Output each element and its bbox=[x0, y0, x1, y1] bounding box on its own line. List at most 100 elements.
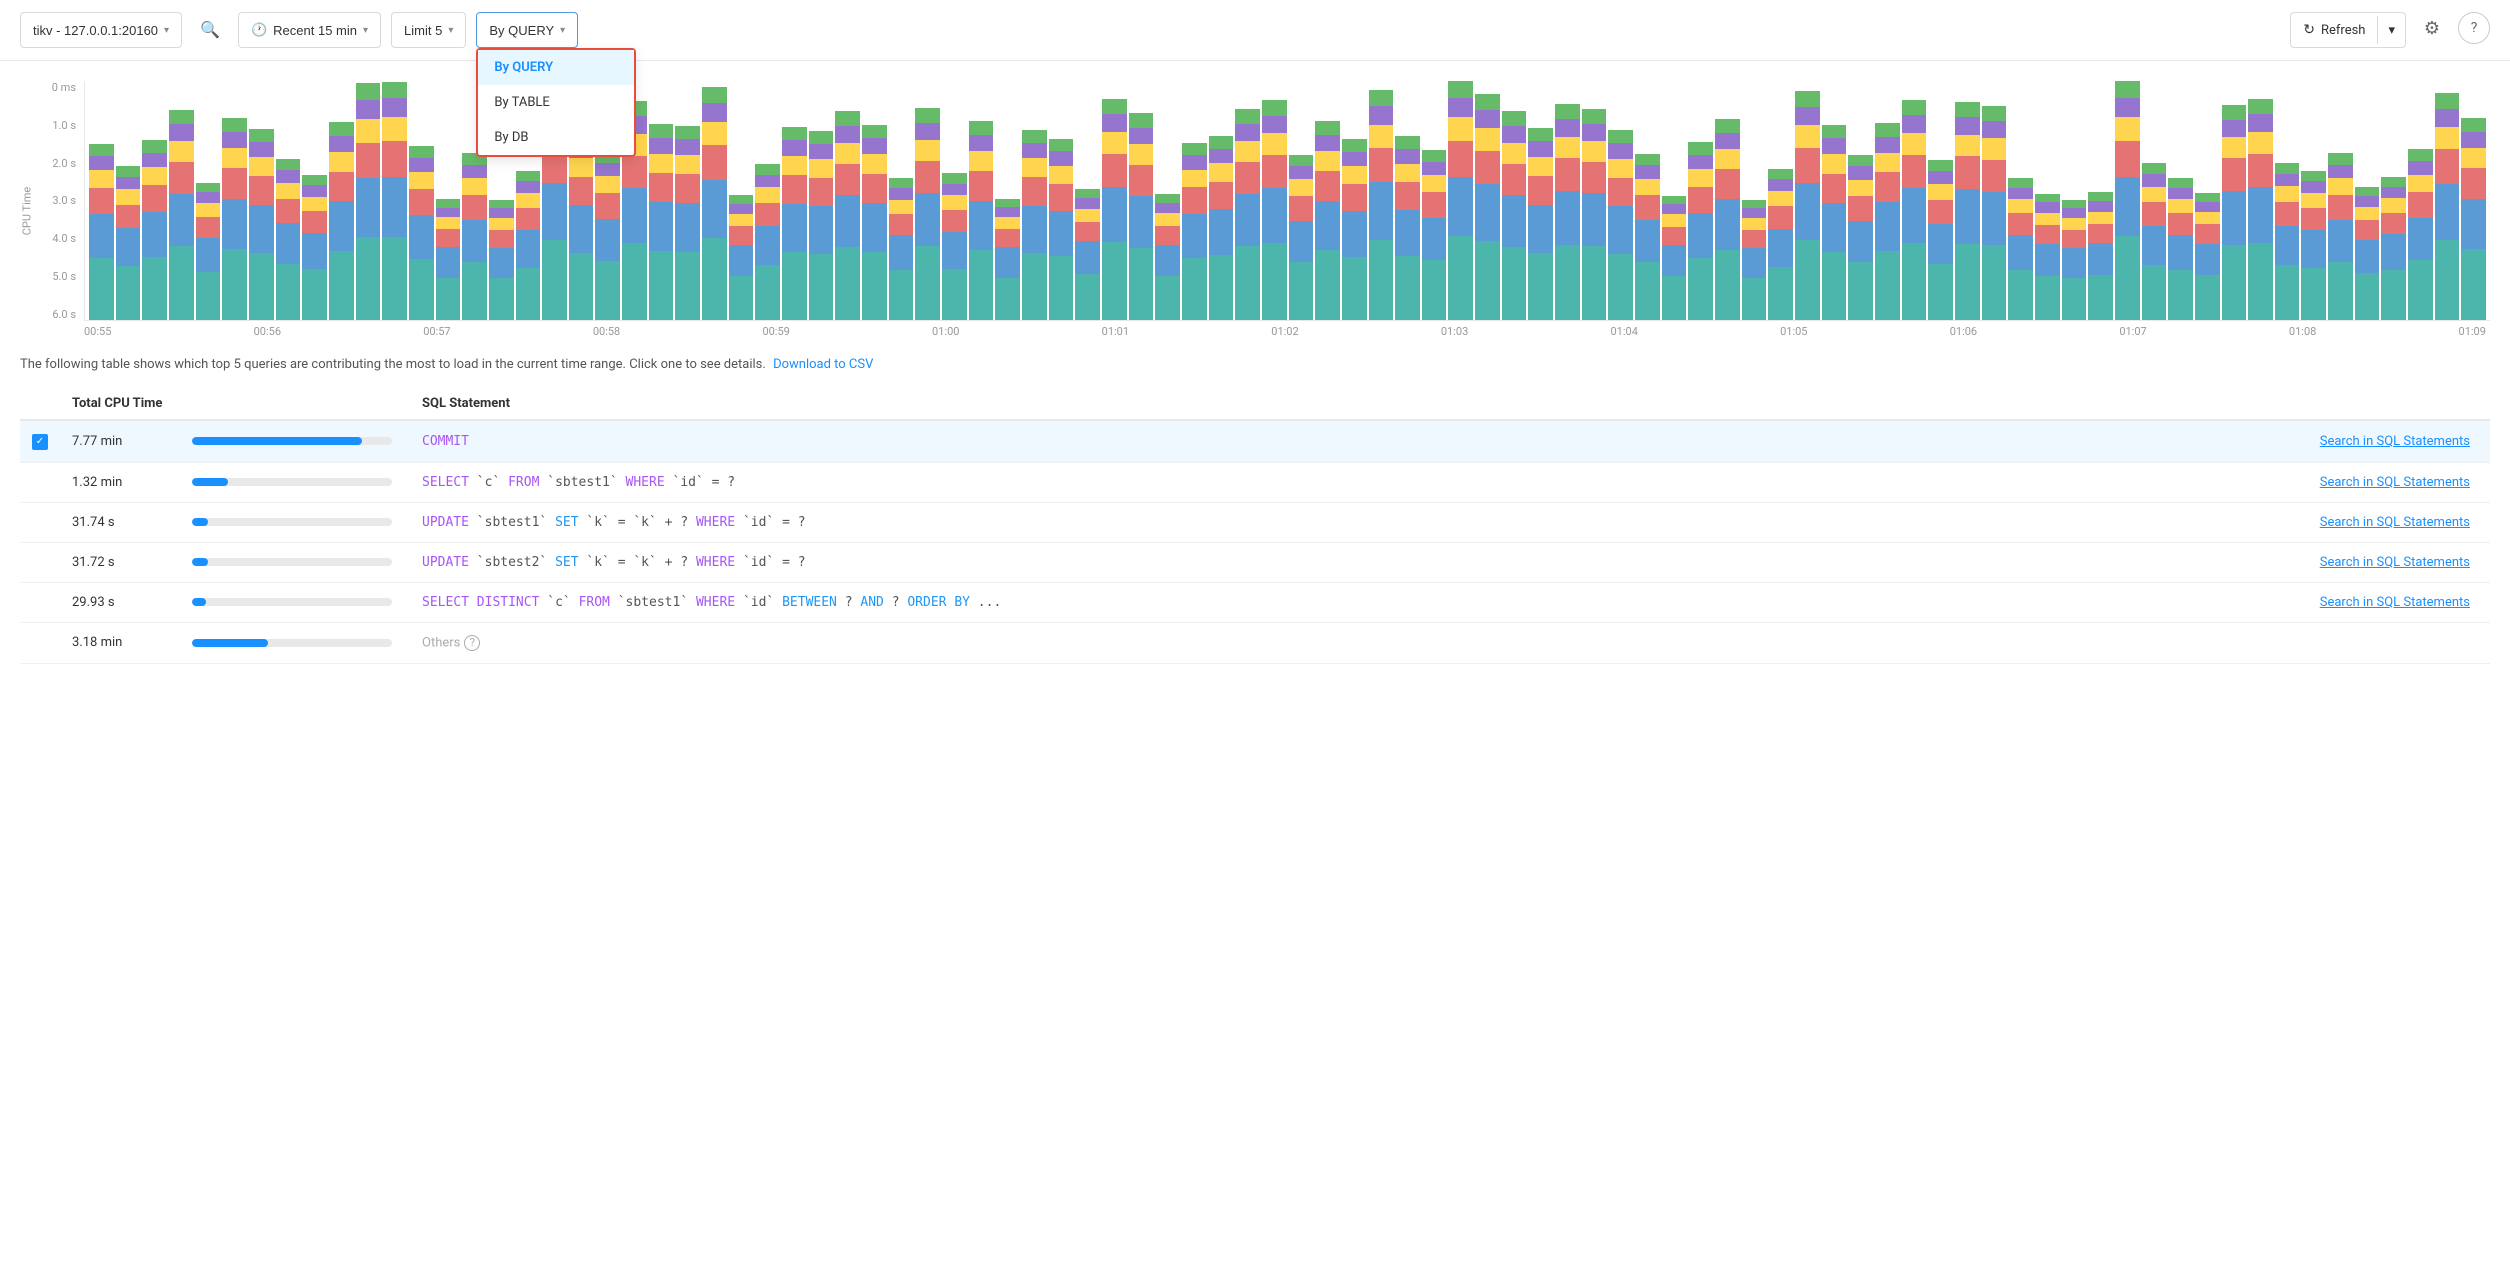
dropdown-item-by-db[interactable]: By DB bbox=[478, 120, 634, 155]
bar-segment bbox=[169, 141, 194, 162]
bar-group bbox=[1982, 81, 2007, 320]
bar-segment bbox=[1528, 253, 1553, 320]
search-sql-link[interactable]: Search in SQL Statements bbox=[2320, 555, 2470, 570]
bar-group bbox=[1955, 81, 1980, 320]
bar-group bbox=[702, 81, 727, 320]
bar-segment bbox=[382, 237, 407, 320]
time-range-label: Recent 15 min bbox=[273, 23, 357, 38]
bar-segment bbox=[2461, 132, 2486, 148]
bar-segment bbox=[809, 144, 834, 159]
search-sql-link[interactable]: Search in SQL Statements bbox=[2320, 434, 2470, 449]
bar-segment bbox=[1155, 203, 1180, 213]
table-row[interactable]: 31.74 sUPDATE `sbtest1` SET `k` = `k` + … bbox=[20, 502, 2490, 542]
dropdown-item-by-table[interactable]: By TABLE bbox=[478, 85, 634, 120]
help-icon[interactable]: ? bbox=[2458, 12, 2490, 44]
settings-icon[interactable]: ⚙ bbox=[2416, 12, 2448, 44]
bar-segment bbox=[1448, 98, 1473, 117]
refresh-main[interactable]: ↻ Refresh bbox=[2291, 16, 2378, 44]
bar-segment bbox=[222, 148, 247, 168]
bar-segment bbox=[2301, 181, 2326, 193]
limit-chevron-icon: ▾ bbox=[448, 25, 453, 36]
bar-segment bbox=[862, 174, 887, 203]
bar-segment bbox=[1448, 81, 1473, 98]
table-row[interactable]: ✓7.77 minCOMMITSearch in SQL Statements bbox=[20, 420, 2490, 462]
limit-label: Limit 5 bbox=[404, 23, 442, 38]
bar-segment bbox=[1715, 199, 1740, 249]
search-sql-link[interactable]: Search in SQL Statements bbox=[2320, 595, 2470, 610]
bar-segment bbox=[862, 154, 887, 174]
bar-segment bbox=[729, 226, 754, 245]
search-sql-link[interactable]: Search in SQL Statements bbox=[2320, 475, 2470, 490]
progress-fill bbox=[192, 437, 362, 445]
bar-segment bbox=[2142, 163, 2167, 174]
bar-segment bbox=[2301, 208, 2326, 230]
bar-group bbox=[1502, 81, 1527, 320]
time-range-selector[interactable]: 🕐 Recent 15 min ▾ bbox=[238, 12, 381, 48]
bar-segment bbox=[1102, 242, 1127, 320]
row-checkbox[interactable]: ✓ bbox=[32, 434, 48, 450]
table-row[interactable]: 29.93 sSELECT DISTINCT `c` FROM `sbtest1… bbox=[20, 582, 2490, 622]
bar-segment bbox=[2168, 188, 2193, 199]
bar-group bbox=[1928, 81, 1953, 320]
bar-segment bbox=[1582, 141, 1607, 162]
bar-segment bbox=[2008, 270, 2033, 320]
bar-group bbox=[2248, 81, 2273, 320]
bar-group bbox=[2461, 81, 2486, 320]
bar-segment bbox=[2381, 234, 2406, 270]
refresh-arrow[interactable]: ▾ bbox=[2378, 17, 2405, 44]
bar-segment bbox=[2195, 244, 2220, 276]
bar-segment bbox=[89, 156, 114, 170]
bar-group bbox=[1635, 81, 1660, 320]
others-help-icon[interactable]: ? bbox=[464, 635, 480, 651]
bar-segment bbox=[755, 175, 780, 187]
bar-segment bbox=[1848, 155, 1873, 167]
bar-segment bbox=[1768, 229, 1793, 267]
bar-segment bbox=[595, 163, 620, 177]
limit-selector[interactable]: Limit 5 ▾ bbox=[391, 12, 466, 48]
bar-segment bbox=[1448, 141, 1473, 177]
sql-cell: UPDATE `sbtest2` SET `k` = `k` + ? WHERE… bbox=[410, 542, 2007, 582]
bar-segment bbox=[1688, 213, 1713, 257]
instance-selector[interactable]: tikv - 127.0.0.1:20160 ▾ bbox=[20, 12, 182, 48]
bar-segment bbox=[995, 217, 1020, 229]
bar-segment bbox=[1182, 187, 1207, 214]
bar-segment bbox=[915, 140, 940, 161]
bar-group bbox=[2328, 81, 2353, 320]
table-row[interactable]: 31.72 sUPDATE `sbtest2` SET `k` = `k` + … bbox=[20, 542, 2490, 582]
bar-segment bbox=[1742, 278, 1767, 320]
group-by-selector[interactable]: By QUERY ▾ bbox=[476, 12, 578, 48]
bar-segment bbox=[1662, 276, 1687, 320]
bar-segment bbox=[1688, 155, 1713, 169]
bar-segment bbox=[302, 175, 327, 185]
bar-segment bbox=[2035, 202, 2060, 212]
bar-segment bbox=[1422, 218, 1447, 261]
table-row[interactable]: 3.18 minOthers? bbox=[20, 622, 2490, 663]
bar-segment bbox=[2328, 195, 2353, 220]
bar-segment bbox=[1688, 142, 1713, 154]
bar-segment bbox=[1848, 221, 1873, 262]
bar-group bbox=[356, 81, 381, 320]
refresh-button[interactable]: ↻ Refresh ▾ bbox=[2290, 12, 2406, 48]
bar-segment bbox=[835, 111, 860, 126]
bar-segment bbox=[782, 156, 807, 175]
bar-segment bbox=[2035, 244, 2060, 276]
bar-segment bbox=[1635, 179, 1660, 196]
bar-segment bbox=[1848, 180, 1873, 197]
bar-segment bbox=[462, 262, 487, 320]
bar-segment bbox=[1235, 246, 1260, 320]
bar-segment bbox=[942, 232, 967, 269]
table-row[interactable]: 1.32 minSELECT `c` FROM `sbtest1` WHERE … bbox=[20, 462, 2490, 502]
x-label-8: 01:03 bbox=[1441, 325, 1468, 338]
download-csv-link[interactable]: Download to CSV bbox=[773, 357, 873, 372]
search-sql-link[interactable]: Search in SQL Statements bbox=[2320, 515, 2470, 530]
bar-segment bbox=[942, 184, 967, 196]
bar-group bbox=[249, 81, 274, 320]
search-icon-btn[interactable]: 🔍 bbox=[192, 12, 228, 48]
dropdown-item-by-query[interactable]: By QUERY bbox=[478, 50, 634, 85]
bar-group bbox=[382, 81, 407, 320]
bar-segment bbox=[969, 171, 994, 201]
bar-segment bbox=[1315, 171, 1340, 201]
x-label-10: 01:05 bbox=[1780, 325, 1807, 338]
bar-segment bbox=[2008, 199, 2033, 213]
bar-segment bbox=[2381, 270, 2406, 320]
